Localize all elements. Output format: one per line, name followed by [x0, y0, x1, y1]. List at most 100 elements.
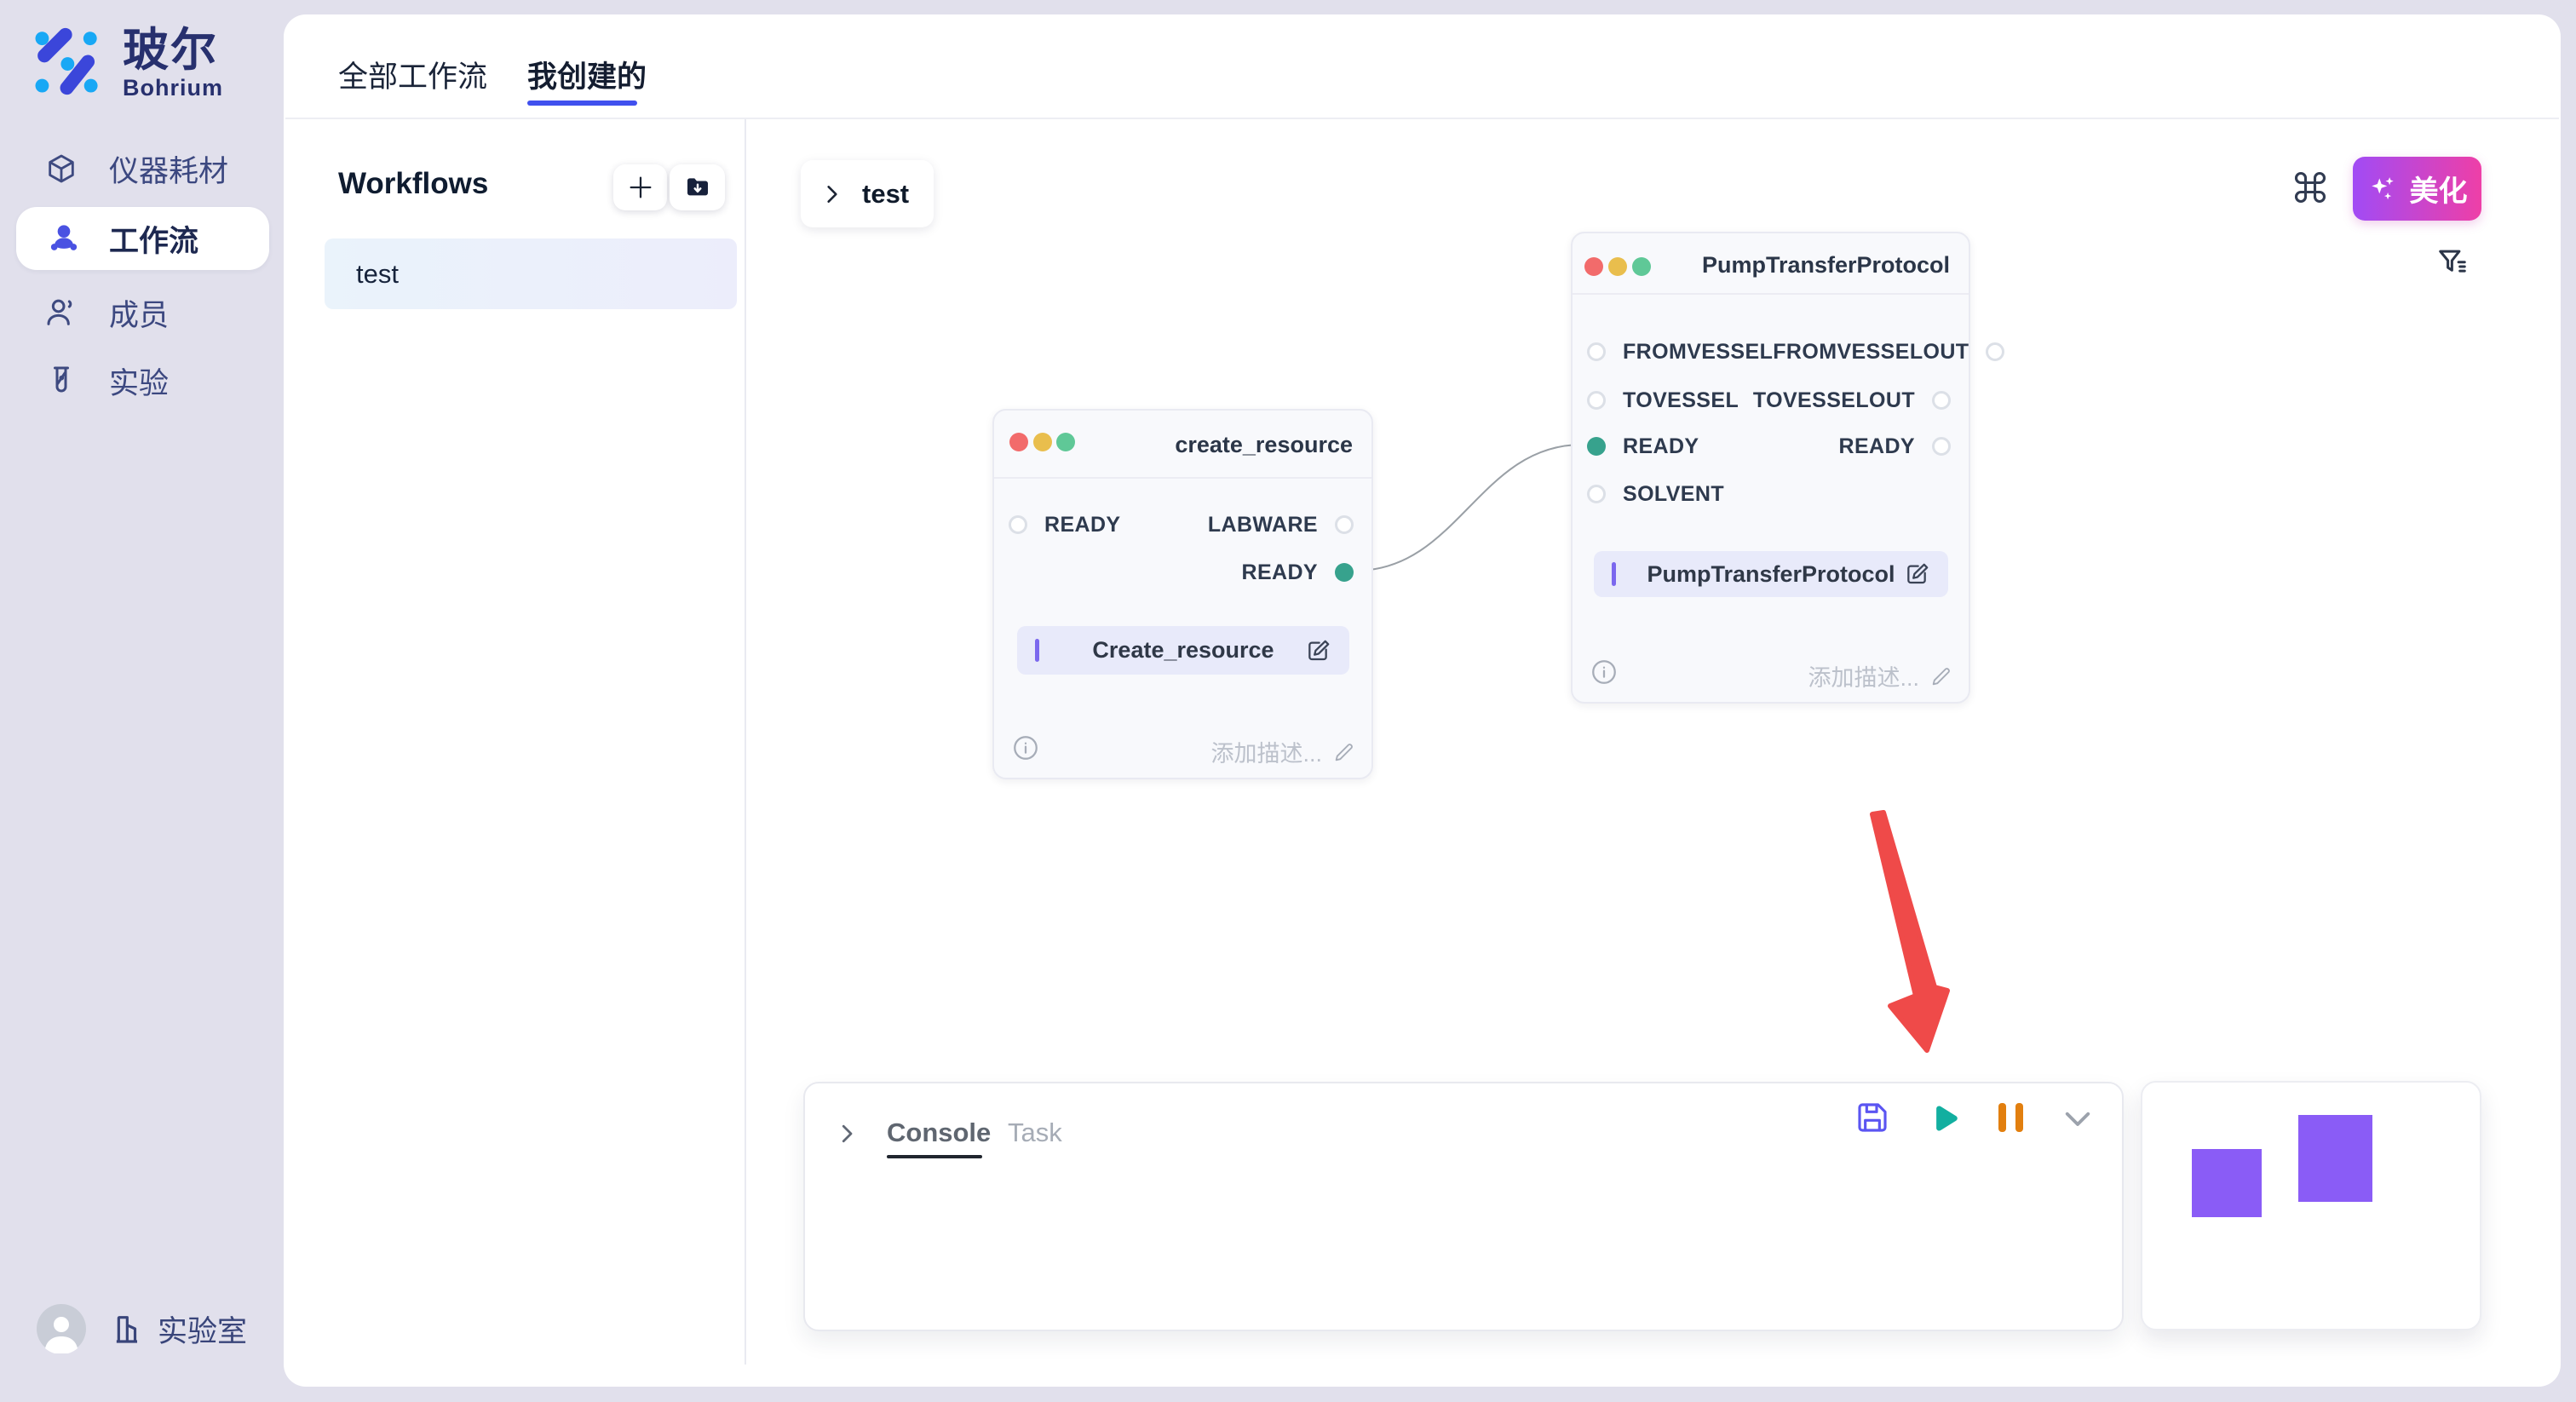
traffic-green-dot: [1056, 433, 1075, 451]
expand-chevron-icon[interactable]: [834, 1121, 860, 1146]
port-dot[interactable]: [1932, 437, 1951, 456]
breadcrumb[interactable]: test: [801, 160, 934, 227]
sidebar-item-label: 实验: [109, 359, 169, 403]
members-icon: [44, 296, 78, 330]
port-label: TOVESSEL: [1623, 388, 1739, 413]
add-workflow-button[interactable]: [613, 164, 667, 210]
port-label: FROMVESSEL: [1623, 340, 1773, 365]
sidebar-item-experiment[interactable]: 实验: [0, 349, 284, 412]
description-placeholder: 添加描述...: [1808, 659, 1919, 692]
output-port-tovesselout[interactable]: TOVESSELOUT: [1753, 388, 1951, 413]
tab-task[interactable]: Task: [1008, 1118, 1062, 1148]
output-port-ready[interactable]: READY: [1838, 434, 1951, 459]
input-port-ready[interactable]: READY: [1587, 434, 1699, 459]
app-root: 玻尔 Bohrium 仪器耗材 工作流 成员: [0, 0, 2576, 1402]
node-action-pill[interactable]: Create_resource: [1017, 626, 1349, 675]
traffic-red-dot: [1009, 433, 1028, 451]
pill-label: PumpTransferProtocol: [1647, 561, 1895, 588]
sidebar-item-label: 成员: [109, 291, 169, 335]
port-label: READY: [1241, 560, 1318, 585]
info-icon[interactable]: [1590, 658, 1619, 687]
minimap[interactable]: [2141, 1081, 2481, 1330]
info-icon[interactable]: [1011, 733, 1040, 762]
sidebar-item-instruments[interactable]: 仪器耗材: [0, 137, 284, 200]
node-header[interactable]: PumpTransferProtocol: [1573, 233, 1969, 295]
description-field[interactable]: 添加描述...: [1808, 659, 1953, 692]
brand-text: 玻尔 Bohrium: [123, 26, 223, 101]
brand-name-en: Bohrium: [123, 75, 223, 101]
user-avatar[interactable]: [37, 1304, 86, 1353]
package-icon: [44, 152, 78, 186]
workflow-item-label: test: [356, 259, 399, 290]
pill-accent-bar: [1612, 562, 1616, 586]
sidebar-item-workflow[interactable]: 工作流: [16, 207, 269, 270]
port-dot[interactable]: [1932, 391, 1951, 410]
port-dot[interactable]: [1335, 515, 1354, 534]
port-row: READY READY: [1573, 432, 1969, 461]
traffic-yellow-dot: [1033, 433, 1052, 451]
node-action-pill[interactable]: PumpTransferProtocol: [1594, 551, 1948, 597]
console-active-underline: [887, 1155, 982, 1158]
tab-console[interactable]: Console: [887, 1118, 991, 1148]
tabbar-divider: [285, 118, 2559, 119]
node-footer: 添加描述...: [994, 721, 1371, 778]
beautify-button[interactable]: 美化: [2353, 157, 2481, 221]
sidebar-item-label: 工作流: [109, 217, 198, 261]
input-port-solvent[interactable]: SOLVENT: [1587, 482, 1724, 507]
brand-name-cn: 玻尔: [123, 26, 223, 75]
import-workflow-button[interactable]: [670, 164, 725, 210]
output-port-fromvesselout[interactable]: FROMVESSELOUT: [1773, 340, 2004, 365]
input-port-fromvessel[interactable]: FROMVESSEL: [1587, 340, 1773, 365]
port-label: READY: [1838, 434, 1915, 459]
input-port-tovessel[interactable]: TOVESSEL: [1587, 388, 1739, 413]
sidebar-item-label: 仪器耗材: [109, 147, 228, 191]
pill-accent-bar: [1035, 639, 1039, 662]
sidebar-item-members[interactable]: 成员: [0, 281, 284, 344]
node-header[interactable]: create_resource: [994, 411, 1371, 479]
port-dot[interactable]: [1986, 342, 2004, 361]
port-label: LABWARE: [1208, 513, 1318, 537]
lab-switcher[interactable]: 实验室: [112, 1307, 247, 1351]
minimap-node-pump-transfer: [2298, 1115, 2372, 1202]
node-title: PumpTransferProtocol: [1702, 252, 1950, 279]
bohrium-logo-icon: [32, 26, 107, 97]
input-port-ready[interactable]: READY: [1009, 513, 1121, 537]
tab-created-by-me[interactable]: 我创建的: [527, 53, 647, 96]
save-icon[interactable]: [1855, 1100, 1889, 1135]
node-pump-transfer-protocol[interactable]: PumpTransferProtocol FROMVESSEL FROMVESS…: [1571, 232, 1970, 704]
beautify-label: 美化: [2410, 168, 2468, 210]
description-field[interactable]: 添加描述...: [1210, 735, 1356, 768]
port-row: TOVESSEL TOVESSELOUT: [1573, 386, 1969, 415]
run-icon[interactable]: [1925, 1100, 1961, 1136]
output-port-ready[interactable]: READY: [1241, 560, 1354, 585]
port-label: SOLVENT: [1623, 482, 1724, 507]
node-title: create_resource: [1175, 432, 1353, 458]
port-dot[interactable]: [1587, 342, 1606, 361]
sidebar-footer: 实验室: [37, 1304, 247, 1353]
pencil-icon: [1929, 664, 1953, 688]
pill-label: Create_resource: [1092, 637, 1274, 664]
node-create-resource[interactable]: create_resource READY LABWARE READY Crea…: [992, 409, 1373, 779]
port-dot[interactable]: [1009, 515, 1027, 534]
chevron-right-icon: [821, 183, 843, 205]
traffic-yellow-dot: [1608, 257, 1627, 276]
port-row: FROMVESSEL FROMVESSELOUT: [1573, 337, 1969, 366]
port-dot[interactable]: [1587, 485, 1606, 503]
edit-icon[interactable]: [1305, 637, 1332, 664]
port-dot[interactable]: [1587, 391, 1606, 410]
tab-all-workflows[interactable]: 全部工作流: [338, 53, 487, 96]
brand-logo: 玻尔 Bohrium: [32, 26, 223, 101]
description-placeholder: 添加描述...: [1210, 735, 1322, 768]
port-dot-connected[interactable]: [1587, 437, 1606, 456]
test-tube-icon: [44, 364, 78, 398]
command-icon[interactable]: [2291, 169, 2329, 206]
port-row: SOLVENT: [1573, 480, 1969, 509]
filter-icon[interactable]: [2436, 245, 2469, 278]
pause-icon[interactable]: [1998, 1100, 2029, 1135]
port-dot-connected[interactable]: [1335, 563, 1354, 582]
workflow-list-item[interactable]: test: [325, 238, 737, 309]
chevron-down-icon[interactable]: [2058, 1100, 2097, 1136]
edit-icon[interactable]: [1904, 560, 1931, 588]
port-row: READY LABWARE: [994, 510, 1371, 539]
output-port-labware[interactable]: LABWARE: [1208, 513, 1354, 537]
